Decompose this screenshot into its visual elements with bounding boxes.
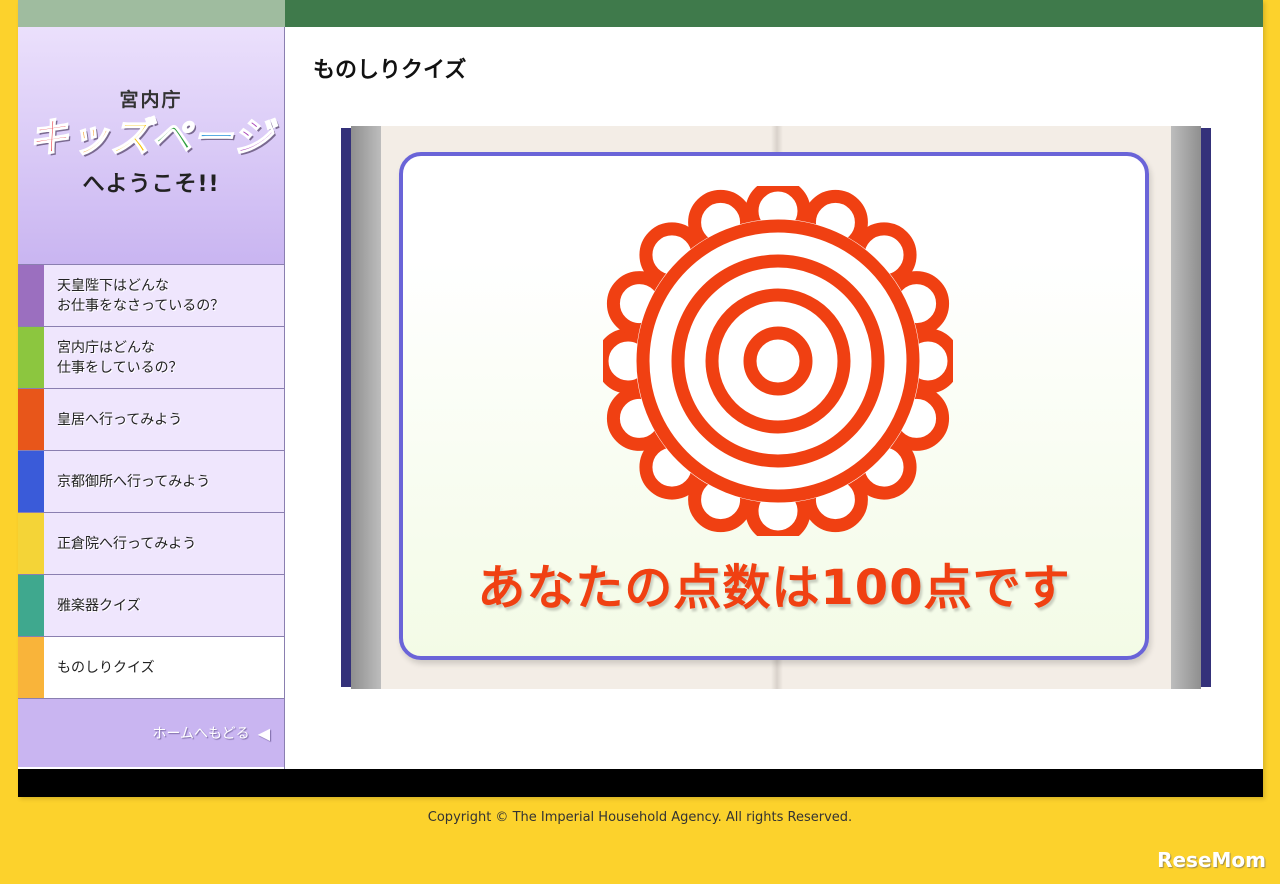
nav-item-gagaku-quiz[interactable]: 雅楽器クイズ bbox=[18, 575, 284, 637]
result-card: あなたの点数は100点です bbox=[399, 152, 1149, 660]
nav-item-emperor-duties[interactable]: 天皇陛下はどんな お仕事をなさっているの？ bbox=[18, 265, 284, 327]
nav-color-swatch bbox=[18, 575, 44, 636]
score-message: あなたの点数は100点です bbox=[477, 560, 1071, 616]
logo-char: ッ bbox=[69, 114, 111, 162]
nav-item-label: 正倉院へ行ってみよう bbox=[57, 535, 197, 552]
logo-agency-name: 宮内庁 bbox=[119, 89, 183, 111]
nav-color-swatch bbox=[18, 451, 44, 512]
book-page-edge-left bbox=[351, 126, 383, 689]
hanamaru-stamp-icon bbox=[603, 186, 953, 536]
nav-color-swatch bbox=[18, 637, 44, 698]
resemom-watermark-logo: ReseMom bbox=[1157, 848, 1266, 872]
nav-item-kyoto-palace[interactable]: 京都御所へ行ってみよう bbox=[18, 451, 284, 513]
nav-item-imperial-palace[interactable]: 皇居へ行ってみよう bbox=[18, 389, 284, 451]
back-to-home-button[interactable]: ホームへもどる ◀ bbox=[18, 699, 284, 767]
kids-page-logo[interactable]: 宮内庁 キッズページ へようこそ!! bbox=[18, 27, 284, 265]
nav-item-label: 宮内庁はどんな 仕事をしているの？ bbox=[57, 339, 183, 376]
nav-item-label: 天皇陛下はどんな お仕事をなさっているの？ bbox=[57, 277, 225, 314]
nav-item-label: 雅楽器クイズ bbox=[57, 597, 141, 614]
bottom-bar bbox=[18, 769, 1263, 797]
logo-title: キッズページ bbox=[18, 114, 284, 162]
nav-color-swatch bbox=[18, 327, 44, 388]
sidebar: 宮内庁 キッズページ へようこそ!! 天皇陛下はどんな お仕事をなさっているの？… bbox=[18, 27, 285, 769]
nav-item-agency-work[interactable]: 宮内庁はどんな 仕事をしているの？ bbox=[18, 327, 284, 389]
top-bar-right bbox=[285, 0, 1263, 27]
arrow-left-icon: ◀ bbox=[257, 723, 270, 743]
copyright-text: Copyright © The Imperial Household Agenc… bbox=[427, 810, 853, 825]
nav-item-label: 皇居へ行ってみよう bbox=[57, 411, 183, 428]
open-book: あなたの点数は100点です bbox=[341, 126, 1211, 689]
nav-item-shosoin[interactable]: 正倉院へ行ってみよう bbox=[18, 513, 284, 575]
page-frame: 宮内庁 キッズページ へようこそ!! 天皇陛下はどんな お仕事をなさっているの？… bbox=[18, 0, 1263, 797]
top-bar-left bbox=[18, 0, 285, 27]
nav-color-swatch bbox=[18, 513, 44, 574]
book-page-edge-right bbox=[1169, 126, 1201, 689]
main-content: ものしりクイズ あなたの点数は100点です bbox=[285, 27, 1263, 769]
logo-char: ー bbox=[192, 114, 233, 162]
nav-item-trivia-quiz[interactable]: ものしりクイズ bbox=[18, 637, 284, 699]
nav-color-swatch bbox=[18, 389, 44, 450]
home-button-label: ホームへもどる bbox=[152, 726, 250, 742]
logo-welcome: へようこそ!! bbox=[82, 172, 220, 197]
logo-char: ジ bbox=[232, 114, 274, 162]
logo-char: ペ bbox=[151, 114, 193, 162]
nav-color-swatch bbox=[18, 265, 44, 326]
nav-item-label: ものしりクイズ bbox=[57, 659, 155, 676]
logo-char: ズ bbox=[110, 114, 152, 162]
page-title: ものしりクイズ bbox=[313, 58, 467, 83]
logo-char: キ bbox=[28, 114, 70, 162]
nav-item-label: 京都御所へ行ってみよう bbox=[57, 473, 211, 490]
